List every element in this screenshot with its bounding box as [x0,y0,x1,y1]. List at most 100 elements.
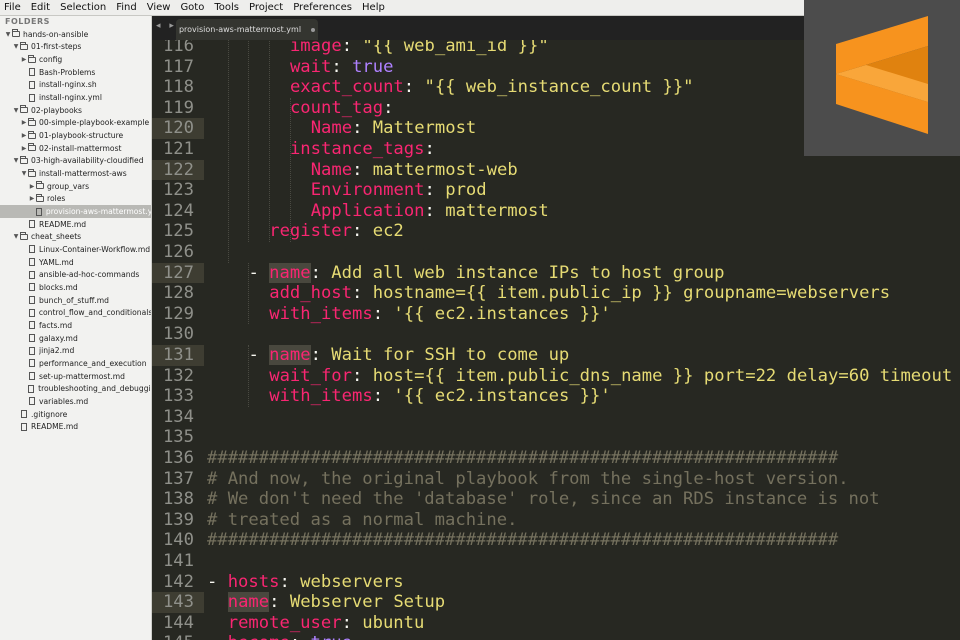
tab-provision-aws-mattermost[interactable]: provision-aws-mattermost.yml [176,19,318,40]
line-number-text: 117 [162,56,194,77]
chevron-down-icon[interactable]: ▼ [12,43,20,50]
sidebar-folder[interactable]: ▼ cheat_sheets [0,231,151,244]
chevron-down-icon[interactable]: ▼ [4,31,12,38]
code-line[interactable]: 145 become: true [152,633,960,640]
chevron-right-icon[interactable]: ▶ [28,183,36,190]
line-number-text: 118 [162,77,194,98]
menu-preferences[interactable]: Preferences [288,0,357,15]
sidebar-file[interactable]: provision-aws-mattermost.yml [0,205,151,218]
code-line[interactable]: 135 [152,427,960,448]
chevron-down-icon[interactable]: ▼ [12,157,20,164]
chevron-down-icon[interactable]: ▼ [12,107,20,114]
sidebar-file[interactable]: performance_and_execution [0,357,151,370]
sidebar-file[interactable]: ansible-ad-hoc-commands [0,268,151,281]
menu-project[interactable]: Project [244,0,288,15]
code-line[interactable]: 141 [152,551,960,572]
code-line[interactable]: 144 remote_user: ubuntu [152,613,960,634]
sidebar-file[interactable]: install-nginx.sh [0,79,151,92]
sidebar-file[interactable]: install-nginx.yml [0,91,151,104]
menu-find[interactable]: Find [111,0,142,15]
code-line[interactable]: 136 #####################################… [152,448,960,469]
menu-tools[interactable]: Tools [209,0,244,15]
sidebar-folder[interactable]: ▼ 03-high-availability-cloudified [0,155,151,168]
chevron-down-icon[interactable]: ▼ [12,233,20,240]
sidebar-folder[interactable]: ▼ 01-first-steps [0,41,151,54]
sidebar-folder[interactable]: ▼ hands-on-ansible [0,28,151,41]
sidebar-file[interactable]: variables.md [0,395,151,408]
code-text: Name: mattermost-web [311,160,518,181]
code-line[interactable]: 129 with_items: '{{ ec2.instances }}' [152,304,960,325]
code-line[interactable]: 127 - name: Add all web instance IPs to h… [152,262,960,284]
file-icon [29,346,35,355]
code-line[interactable]: 130 [152,324,960,345]
code-line[interactable]: 125 register: ec2 [152,221,960,242]
sidebar-file[interactable]: .gitignore [0,408,151,421]
sidebar-folder[interactable]: ▼ install-mattermost-aws [0,167,151,180]
sidebar-folder[interactable]: ▶ 01-playbook-structure [0,129,151,142]
chevron-right-icon[interactable]: ▶ [20,119,28,126]
sidebar-folder[interactable]: ▼ 02-playbooks [0,104,151,117]
code-line[interactable]: 123 Environment: prod [152,180,960,201]
sidebar-file[interactable]: Linux-Container-Workflow.md [0,243,151,256]
code-line[interactable]: 138 # We don't need the 'database' role, … [152,489,960,510]
line-number-text: 116 [162,40,194,56]
chevron-right-icon[interactable]: ▶ [20,56,28,63]
code-line[interactable]: 131 - name: Wait for SSH to come up [152,345,960,366]
comment-token: # treated as a normal machine. [207,509,518,530]
tab-close-icon[interactable] [311,27,316,32]
line-number-text: 124 [162,200,194,221]
menu-view[interactable]: View [142,0,176,15]
code-text: with_items: '{{ ec2.instances }}' [269,304,611,325]
code-line[interactable]: 126 [152,242,960,263]
sidebar-file[interactable]: README.md [0,218,151,231]
indent-guide [248,345,250,407]
sidebar-file[interactable]: set-up-mattermost.md [0,370,151,383]
menu-goto[interactable]: Goto [175,0,209,15]
line-number: 135 [152,427,194,448]
code-line[interactable]: 124 Application: mattermost [152,201,960,222]
code-line[interactable]: 133 with_items: '{{ ec2.instances }}' [152,386,960,407]
code-line[interactable]: 134 [152,407,960,428]
chevron-right-icon[interactable]: ▶ [20,145,28,152]
chevron-right-icon[interactable]: ▶ [20,132,28,139]
line-number-text: 132 [162,365,194,386]
line-number: 123 [152,180,194,201]
code-line[interactable]: 137 # And now, the original playbook from… [152,469,960,490]
sidebar-folder[interactable]: ▶ config [0,53,151,66]
sidebar-file[interactable]: Bash-Problems [0,66,151,79]
sidebar-file[interactable]: facts.md [0,319,151,332]
code-line[interactable]: 142- hosts: webservers [152,572,960,593]
code-line[interactable]: 143 name: Webserver Setup [152,592,960,613]
sidebar-folder[interactable]: ▶ roles [0,193,151,206]
menu-selection[interactable]: Selection [55,0,111,15]
chevron-right-icon[interactable]: ▶ [28,195,36,202]
sidebar-folder[interactable]: ▶ 00-simple-playbook-example [0,117,151,130]
line-number: 140 [152,530,194,551]
menu-file[interactable]: File [0,0,26,15]
file-icon [36,207,42,216]
line-number-text: 128 [162,283,194,304]
sidebar-file[interactable]: blocks.md [0,281,151,294]
line-number: 145 [152,633,194,640]
sidebar-file[interactable]: jinja2.md [0,344,151,357]
menu-edit[interactable]: Edit [26,0,55,15]
code-line[interactable]: 140 #####################################… [152,530,960,551]
folder-icon [20,105,28,114]
key-token: name [269,345,311,365]
code-line[interactable]: 122 Name: mattermost-web [152,159,960,181]
sidebar-file[interactable]: README.md [0,420,151,433]
sidebar-folder[interactable]: ▶ 02-install-mattermost [0,142,151,155]
sidebar-file[interactable]: galaxy.md [0,332,151,345]
chevron-down-icon[interactable]: ▼ [20,170,28,177]
code-line[interactable]: 132 wait_for: host={{ item.public_dns_nam… [152,366,960,387]
code-line[interactable]: 128 add_host: hostname={{ item.public_ip … [152,283,960,304]
sidebar-file[interactable]: YAML.md [0,256,151,269]
tab-nav-arrows[interactable]: ◂ ▸ [156,21,177,31]
sidebar: FOLDERS ▼ hands-on-ansible ▼ 01-first-steps… [0,16,152,640]
sidebar-file[interactable]: bunch_of_stuff.md [0,294,151,307]
sidebar-folder[interactable]: ▶ group_vars [0,180,151,193]
code-line[interactable]: 139 # treated as a normal machine. [152,510,960,531]
menu-help[interactable]: Help [357,0,390,15]
sidebar-file[interactable]: control_flow_and_conditionals [0,306,151,319]
sidebar-file[interactable]: troubleshooting_and_debugging [0,382,151,395]
